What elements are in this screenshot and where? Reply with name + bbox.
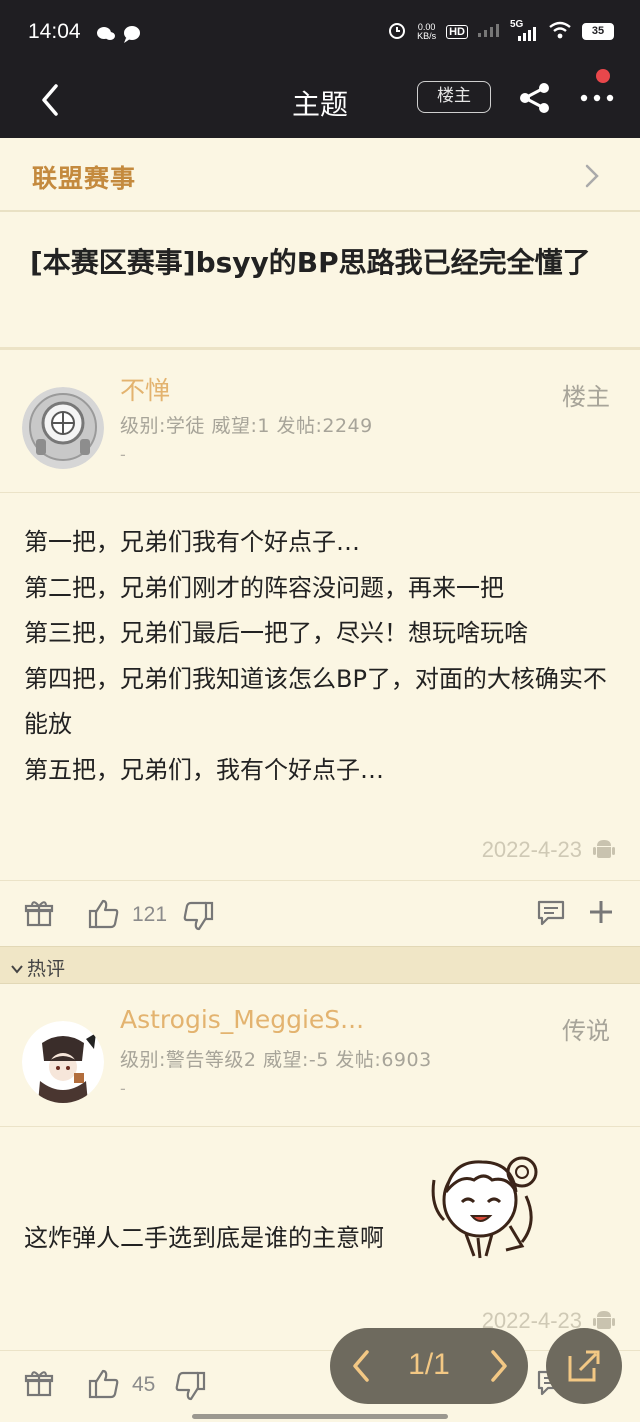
hot-comments-label: 热评 [10,954,65,981]
user-rank-badge: 传说 [562,1017,610,1045]
user-signature: - [120,445,126,464]
more-menu-icon[interactable] [578,80,618,116]
like-count: 45 [132,1373,156,1396]
thumbs-down-icon[interactable] [182,900,214,932]
post-line: 第二把，兄弟们刚才的阵容没问题，再来一把 [24,573,504,602]
post-date: 2022-4-23 [481,837,582,862]
gift-icon[interactable] [24,1369,54,1399]
main-post-header: 不惮 级别:学徒 威望:1 发帖:2249 - 楼主 [0,351,640,493]
op-badge: 楼主 [562,383,610,411]
signal-5g-icon: 5G [510,19,538,42]
username[interactable]: Astrogis_MeggieS... [120,1005,364,1034]
share-icon[interactable] [516,80,554,116]
compose-reply-button[interactable] [546,1328,622,1404]
thumbs-up-icon[interactable] [88,1368,120,1400]
notification-dot [596,69,610,83]
home-indicator[interactable] [192,1414,448,1419]
user-stats: 级别:警告等级2 威望:-5 发帖:6903 [120,1049,432,1071]
user-stats: 级别:学徒 威望:1 发帖:2249 [120,415,373,437]
avatar[interactable] [22,1021,104,1103]
signal-weak-icon [478,23,500,40]
gift-icon[interactable] [24,899,54,929]
thumbs-up-icon[interactable] [88,898,120,930]
reply-text: 这炸弹人二手选到底是谁的主意啊 [24,1224,384,1252]
status-bar: 14:04 0.00 KB/s HD 5G 35 [0,0,640,66]
nav-bar: 主题 楼主 [0,66,640,138]
thread-title-block: [本赛区赛事]bsyy的BP思路我已经完全懂了 [0,214,640,350]
android-icon [593,1311,615,1329]
thumbs-down-icon[interactable] [174,1370,206,1402]
main-post-actions: 121 [0,880,640,946]
post-line: 第四把，兄弟们我知道该怎么BP了，对面的大核确实不能放 [24,664,607,739]
alarm-icon [387,20,407,43]
hd-badge: HD [446,24,468,39]
wechat-icon [96,24,144,48]
wifi-icon [548,21,572,42]
reply-actions: 45 [0,1350,640,1416]
anime-sticker [431,1156,538,1259]
username[interactable]: 不惮 [120,371,170,407]
status-time: 14:04 [28,20,81,43]
comment-icon[interactable] [536,898,566,928]
battery-indicator: 35 [582,23,614,40]
like-count: 121 [132,903,168,926]
chevron-right-icon [585,164,599,188]
edit-icon [568,1350,600,1382]
post-line: 第五把，兄弟们，我有个好点子… [24,755,384,784]
only-op-button[interactable]: 楼主 [417,81,491,113]
android-icon [593,840,615,858]
forum-category-row[interactable]: 联盟赛事 [0,138,640,212]
category-label: 联盟赛事 [32,164,137,193]
next-page-button[interactable] [486,1348,512,1384]
user-signature: - [120,1079,126,1098]
hot-comments-header[interactable]: 热评 [0,946,640,984]
reply-header: Astrogis_MeggieS... 级别:警告等级2 威望:-5 发帖:69… [0,985,640,1127]
thread-title: [本赛区赛事]bsyy的BP思路我已经完全懂了 [30,246,591,279]
plus-icon[interactable] [587,898,615,926]
chevron-down-icon [11,965,23,974]
avatar[interactable] [22,387,104,469]
net-speed: 0.00 KB/s [417,21,437,41]
post-line: 第一把，兄弟们我有个好点子… [24,528,360,556]
page-navigator: 1/1 [330,1328,528,1404]
main-post-content: 第一把，兄弟们我有个好点子… 第二把，兄弟们刚才的阵容没问题，再来一把 第三把，… [24,520,624,793]
post-line: 第三把，兄弟们最后一把了，尽兴！想玩啥玩啥 [24,619,528,647]
